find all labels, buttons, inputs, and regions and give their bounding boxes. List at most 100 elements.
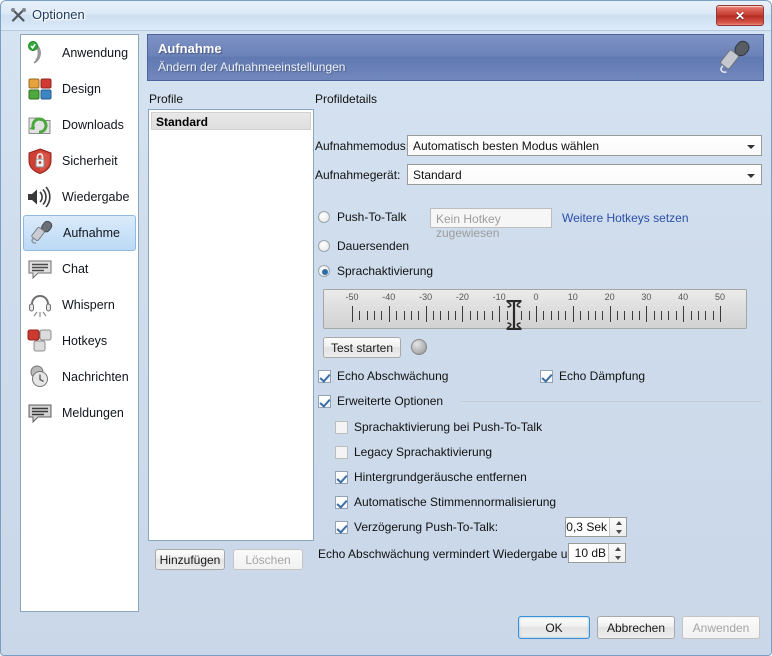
checkbox-label: Sprachaktivierung bei Push-To-Talk: [354, 420, 543, 434]
profile-details: Aufnahmemodus: Automatisch besten Modus …: [315, 109, 764, 569]
settings-pane: Aufnahme Ändern der Aufnahmeeinstellunge…: [147, 34, 764, 612]
recording-device-label: Aufnahmegerät:: [315, 168, 401, 182]
scale-tick-minor: [616, 311, 618, 320]
scale-tick-minor: [491, 311, 493, 320]
start-test-label: Test starten: [330, 340, 394, 355]
sidebar-item-label: Anwendung: [62, 46, 129, 60]
voice-activation-level-slider[interactable]: -50 -40 -30 -20 -10 0 10 20 30 40 50: [323, 289, 747, 331]
sidebar-item-nachrichten[interactable]: Nachrichten: [21, 359, 138, 395]
page-subtitle: Ändern der Aufnahmeeinstellungen: [158, 60, 346, 74]
checkbox-auto-voice-normalization[interactable]: Automatische Stimmennormalisierung: [335, 495, 556, 509]
add-profile-label: Hinzufügen: [159, 552, 221, 567]
scale-tick-label: 50: [714, 292, 726, 302]
checkbox-indicator: [335, 495, 348, 509]
scale-tick-major: [572, 306, 574, 322]
hotkey-field[interactable]: Kein Hotkey zugewiesen: [430, 208, 552, 240]
ptt-delay-stepper[interactable]: 0,3 Sek: [565, 517, 627, 537]
stepper-up-icon[interactable]: [610, 518, 627, 527]
stepper-down-icon[interactable]: [609, 553, 626, 562]
radio-push-to-talk[interactable]: Push-To-Talk: [318, 210, 406, 224]
checkbox-label: Verzögerung Push-To-Talk:: [354, 520, 499, 534]
add-profile-button[interactable]: Hinzufügen: [155, 549, 225, 570]
checkbox-legacy-voice-activation[interactable]: Legacy Sprachaktivierung: [335, 445, 492, 459]
scale-tick-major: [425, 306, 427, 322]
recording-device-select[interactable]: Standard: [407, 164, 762, 185]
radio-indicator: [318, 240, 330, 252]
sidebar-item-anwendung[interactable]: Anwendung: [21, 35, 138, 71]
sidebar-item-aufnahme[interactable]: Aufnahme: [23, 215, 136, 251]
scale-tick-minor: [359, 311, 361, 320]
close-button[interactable]: ✕: [716, 5, 764, 26]
sidebar-item-downloads[interactable]: Downloads: [21, 107, 138, 143]
radio-voice-activation[interactable]: Sprachaktivierung: [318, 264, 433, 278]
group-separator: [460, 401, 762, 402]
delete-profile-button[interactable]: Löschen: [233, 549, 303, 570]
scale-tick-minor: [580, 311, 582, 320]
more-hotkeys-link[interactable]: Weitere Hotkeys setzen: [562, 211, 689, 225]
test-indicator-lamp: [411, 339, 427, 355]
list-item[interactable]: Standard: [151, 112, 311, 130]
radio-indicator: [318, 211, 330, 223]
slider-handle[interactable]: [504, 299, 523, 331]
page-title: Aufnahme: [158, 41, 222, 56]
checkbox-indicator: [318, 394, 331, 408]
recording-mode-select[interactable]: Automatisch besten Modus wählen: [407, 135, 762, 156]
apply-button[interactable]: Anwenden: [682, 616, 760, 639]
stepper-up-icon[interactable]: [609, 544, 626, 553]
scale-tick-major: [720, 306, 721, 322]
sidebar-item-whispern[interactable]: Whispern: [21, 287, 138, 323]
scale-tick-label: 40: [678, 292, 689, 302]
scale-tick-minor: [639, 311, 641, 320]
chat-bubble-icon: [25, 254, 55, 284]
radio-continuous[interactable]: Dauersenden: [318, 239, 409, 253]
scale-tick-minor: [528, 311, 530, 320]
start-test-button[interactable]: Test starten: [323, 337, 401, 358]
sidebar-item-label: Wiedergabe: [62, 190, 130, 204]
sidebar-item-chat[interactable]: Chat: [21, 251, 138, 287]
checkbox-voice-activation-ptt[interactable]: Sprachaktivierung bei Push-To-Talk: [335, 420, 542, 434]
checkbox-label: Erweiterte Optionen: [337, 394, 444, 408]
profile-list[interactable]: Standard: [148, 109, 314, 541]
sidebar-item-hotkeys[interactable]: Hotkeys: [21, 323, 138, 359]
scale-tick-minor: [558, 311, 560, 320]
cancel-button[interactable]: Abbrechen: [597, 616, 675, 639]
checkbox-label: Echo Abschwächung: [337, 369, 449, 383]
sidebar-item-sicherheit[interactable]: Sicherheit: [21, 143, 138, 179]
scale-tick-minor: [697, 311, 699, 320]
radio-label: Sprachaktivierung: [337, 264, 434, 278]
scale-tick-label: -50: [345, 292, 359, 302]
hotkey-placeholder: Kein Hotkey zugewiesen: [436, 212, 501, 240]
checkbox-echo-cancellation[interactable]: Echo Abschwächung: [318, 369, 448, 383]
headset-icon: [25, 290, 55, 320]
apply-label: Anwenden: [692, 620, 750, 635]
sidebar-item-meldungen[interactable]: Meldungen: [21, 395, 138, 431]
checkbox-indicator: [335, 520, 348, 534]
notifications-icon: [25, 398, 55, 428]
checkbox-label: Automatische Stimmennormalisierung: [354, 495, 557, 509]
scale-tick-minor: [432, 311, 434, 320]
dialog-client-area: Anwendung Design Downloads Sicherheit Wi…: [11, 30, 764, 618]
scale-tick-minor: [403, 311, 405, 320]
sidebar-item-label: Meldungen: [62, 406, 124, 420]
checkbox-echo-damping[interactable]: Echo Dämpfung: [540, 369, 645, 383]
close-icon: ✕: [734, 8, 746, 23]
checkbox-ptt-delay[interactable]: Verzögerung Push-To-Talk:: [335, 520, 498, 534]
sidebar-item-label: Whispern: [62, 298, 115, 312]
echo-reduce-stepper[interactable]: 10 dB: [568, 543, 626, 563]
application-icon: [25, 38, 55, 68]
scale-tick-major: [536, 306, 537, 322]
scale-tick-minor: [624, 311, 626, 320]
checkbox-indicator: [540, 369, 553, 383]
delete-profile-label: Löschen: [245, 552, 291, 567]
ok-button[interactable]: OK: [518, 616, 590, 639]
checkbox-indicator: [335, 445, 348, 459]
radio-indicator: [318, 265, 330, 277]
checkbox-remove-background-noise[interactable]: Hintergrundgeräusche entfernen: [335, 470, 527, 484]
checkbox-advanced-options[interactable]: Erweiterte Optionen: [318, 394, 443, 408]
stepper-down-icon[interactable]: [610, 527, 627, 536]
sidebar-item-design[interactable]: Design: [21, 71, 138, 107]
sidebar-item-wiedergabe[interactable]: Wiedergabe: [21, 179, 138, 215]
profile-section-label: Profile: [149, 92, 184, 106]
checkbox-label: Echo Dämpfung: [559, 369, 646, 383]
radio-label: Dauersenden: [337, 239, 410, 253]
